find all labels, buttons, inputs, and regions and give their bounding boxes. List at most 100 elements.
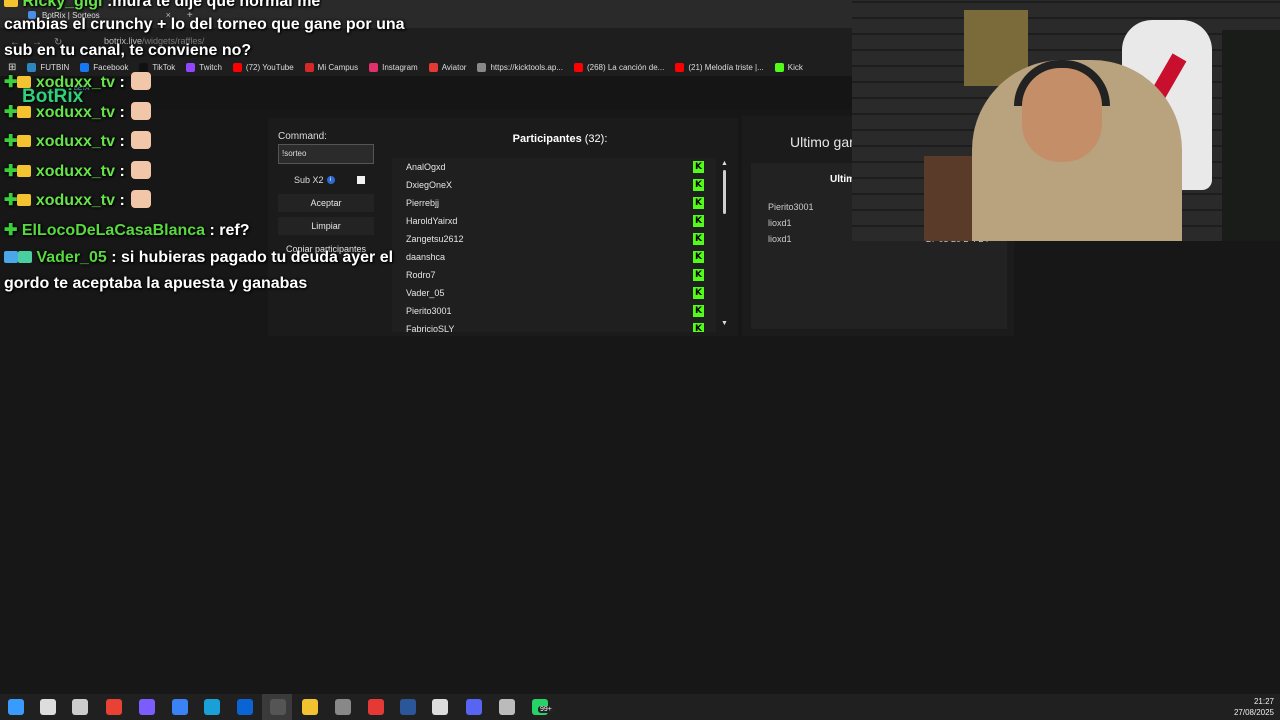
kick-icon: K (693, 287, 704, 299)
hand-emote-icon (130, 72, 151, 90)
capcut-icon[interactable] (432, 699, 448, 715)
chat-message: ✚ xoduxx_tv : (4, 190, 151, 210)
sub-x2-checkbox[interactable] (357, 176, 365, 184)
bookmark-item[interactable]: https://kicktools.ap... (477, 62, 563, 72)
discord-icon[interactable] (466, 699, 482, 715)
copilot-icon[interactable] (139, 699, 155, 715)
bookmark-label: Twitch (199, 62, 222, 72)
sub-x2-text: Sub X2 (294, 175, 324, 185)
participant-name: Vader_05 (406, 288, 445, 298)
hand-emote-icon (130, 190, 151, 208)
crown-badge-icon (18, 251, 32, 263)
chat-username: xoduxx_tv (35, 104, 115, 121)
bookmark-item[interactable]: (268) La canción de... (573, 62, 664, 72)
bookmark-label: (72) YouTube (245, 62, 294, 72)
participant-name: daanshca (406, 252, 446, 262)
bookmark-item[interactable]: Instagram (369, 62, 418, 72)
chat-username: Vader_05 (36, 249, 107, 266)
participant-row: Zangetsu2612 K (392, 230, 716, 248)
chat-username: xoduxx_tv (35, 163, 115, 180)
clock[interactable]: 21:27 27/08/2025 (1234, 696, 1274, 718)
app-icon[interactable] (499, 699, 515, 715)
search-icon[interactable] (40, 699, 56, 715)
taskbar (0, 694, 1280, 720)
participant-row: Rodro7 K (392, 266, 716, 284)
bookmark-item[interactable]: Aviator (428, 62, 467, 72)
winner-item: lioxd1 (768, 234, 792, 244)
bookmark-item[interactable]: Twitch (186, 62, 222, 72)
bookmark-item[interactable]: (72) YouTube (232, 62, 294, 72)
scroll-down-icon[interactable]: ▼ (721, 320, 728, 327)
participant-name: HaroldYairxd (406, 216, 458, 226)
bookmark-favicon-icon (232, 62, 242, 72)
bookmark-item[interactable]: Mi Campus (304, 62, 358, 72)
edge-icon[interactable] (204, 699, 220, 715)
chat-username: xoduxx_tv (35, 74, 115, 91)
kick-icon: K (693, 161, 704, 173)
chat-username: Ricky_gigi (22, 0, 103, 10)
start-icon[interactable] (8, 699, 24, 715)
plus-badge-icon: ✚ (4, 222, 18, 239)
explorer-icon[interactable] (302, 699, 318, 715)
hand-emote-icon (130, 131, 151, 149)
participants-scrollbar[interactable]: ▲ ▼ (720, 160, 728, 332)
obs-icon[interactable] (270, 699, 286, 715)
kick-icon: K (693, 233, 704, 245)
chat-message: ✚ xoduxx_tv : (4, 131, 151, 151)
bookmark-item[interactable]: Facebook (80, 62, 129, 72)
plus-badge-icon: ✚ (4, 163, 18, 180)
clear-button[interactable]: Limpiar (278, 217, 374, 235)
participant-row: AnalOgxd K (392, 158, 716, 176)
bookmark-item[interactable]: TikTok (139, 62, 175, 72)
scroll-up-icon[interactable]: ▲ (721, 160, 728, 167)
cube-badge-icon (4, 251, 18, 263)
notification-badge: 99+ (538, 706, 554, 713)
chat-message: Ricky_gigi :mura te dije que normal me (4, 0, 320, 11)
chat-text: : (119, 192, 125, 209)
scroll-thumb[interactable] (723, 170, 726, 214)
bookmark-label: Facebook (93, 62, 129, 72)
app-red-icon[interactable] (368, 699, 384, 715)
info-icon[interactable]: i (326, 176, 335, 184)
participants-title: Participantes (512, 133, 582, 145)
participants-list[interactable]: AnalOgxd K DxiegOneX K Pierrebjj K HaroldYairx… (392, 158, 716, 332)
participants-heading: Participantes (32): (400, 133, 720, 145)
apps-grid-icon[interactable]: ⊞ (8, 62, 16, 73)
plus-badge-icon: ✚ (4, 74, 18, 91)
bookmark-favicon-icon (186, 62, 196, 72)
chat-message: ✚ xoduxx_tv : (4, 161, 151, 181)
chat-text: : (119, 133, 125, 150)
word-icon[interactable] (400, 699, 416, 715)
store-icon[interactable] (172, 699, 188, 715)
bookmark-item[interactable]: (21) Melodía triste |... (675, 62, 764, 72)
command-label: Command: (278, 131, 327, 142)
crown-badge-icon (17, 106, 32, 118)
webcam-overlay (852, 0, 1280, 241)
crown-badge-icon (17, 165, 32, 177)
chat-message: Vader_05 : si hubieras pagado tu deuda a… (4, 249, 393, 267)
crown-badge-icon (17, 76, 32, 88)
chrome-icon[interactable] (106, 699, 122, 715)
participants-count: (32): (584, 133, 608, 145)
bookmark-item[interactable]: Kick (774, 62, 803, 72)
bookmark-favicon-icon (428, 62, 438, 72)
kick-icon: K (693, 323, 704, 332)
crown-badge-icon (17, 194, 32, 206)
outlook-icon[interactable] (237, 699, 253, 715)
bookmark-favicon-icon (80, 62, 90, 72)
plus-badge-icon: ✚ (4, 192, 18, 209)
chat-username: xoduxx_tv (35, 133, 115, 150)
participant-name: Pierito3001 (406, 306, 452, 316)
game-icon[interactable] (335, 699, 351, 715)
chat-text: :mura te dije que normal me (106, 0, 321, 10)
accept-button[interactable]: Aceptar (278, 194, 374, 212)
bookmark-label: Aviator (441, 62, 467, 72)
hand-emote-icon (130, 102, 151, 120)
hand-emote-icon (130, 161, 151, 179)
bookmark-label: Kick (787, 62, 803, 72)
bookmark-favicon-icon (304, 62, 314, 72)
task-view-icon[interactable] (72, 699, 88, 715)
bookmark-item[interactable]: FUTBIN (27, 62, 69, 72)
command-input[interactable]: !sorteo (278, 144, 374, 164)
bookmark-favicon-icon (139, 62, 149, 72)
